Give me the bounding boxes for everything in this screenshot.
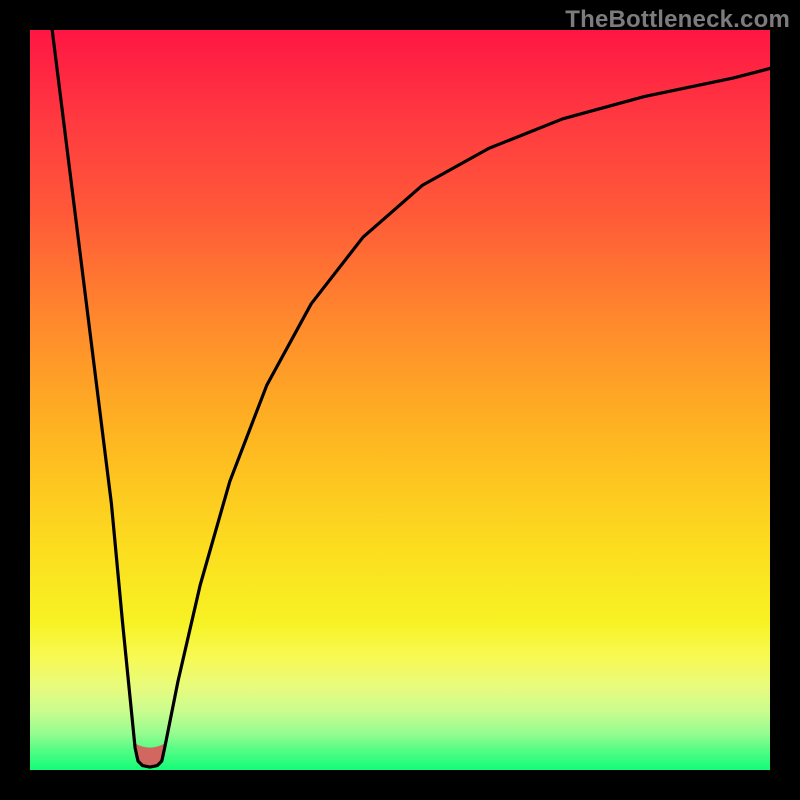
chart-frame: TheBottleneck.com xyxy=(0,0,800,800)
curve-layer xyxy=(30,30,770,770)
plot-area xyxy=(30,30,770,770)
watermark-text: TheBottleneck.com xyxy=(565,6,790,34)
curve-line xyxy=(52,30,770,767)
